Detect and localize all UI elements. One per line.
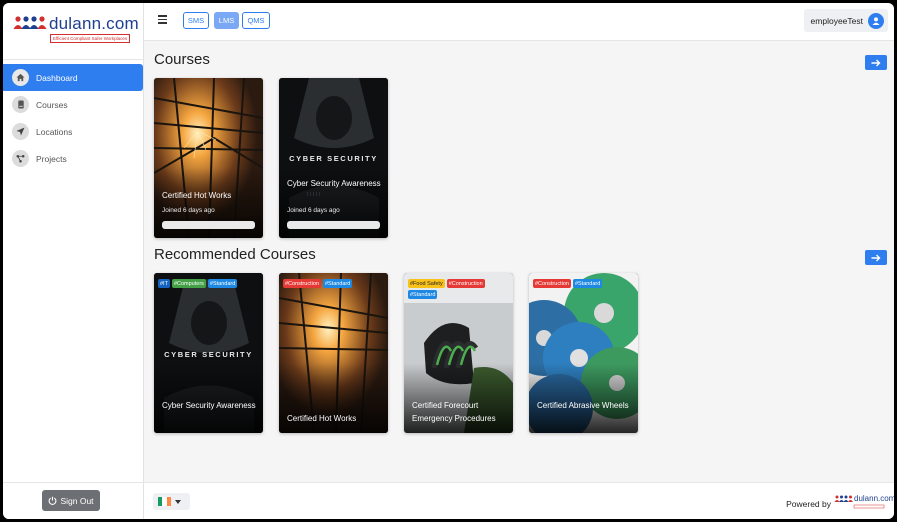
language-selector[interactable] <box>153 493 190 510</box>
card-gradient <box>154 363 263 433</box>
power-icon <box>49 496 57 505</box>
card-gradient <box>529 363 638 433</box>
tag-badge: #Computers <box>171 279 206 288</box>
module-lms-button[interactable]: LMS <box>214 12 239 29</box>
module-qms-button[interactable]: QMS <box>242 12 270 29</box>
tag-badge: #Construction <box>283 279 321 288</box>
brand-name: dulann.com <box>49 14 139 33</box>
sidebar-item-label: Projects <box>36 153 67 164</box>
people-logo-icon <box>13 16 47 29</box>
top-bar: SMS LMS QMS employeeTest <box>144 3 894 41</box>
powered-by-label: Powered by <box>786 499 831 509</box>
caret-down-icon <box>175 499 181 504</box>
footer: Powered by dulann.com <box>144 482 894 519</box>
recommended-course-card[interactable]: #Construction #Standard Certified Abrasi… <box>529 273 638 433</box>
course-progress-bar <box>287 221 380 229</box>
sidebar-item-label: Locations <box>36 126 73 137</box>
username: employeeTest <box>810 15 863 26</box>
course-title: Certified Abrasive Wheels <box>537 401 629 410</box>
sidebar-item-locations[interactable]: Locations <box>3 118 144 145</box>
sidebar-item-label: Dashboard <box>36 72 78 83</box>
module-sms-button[interactable]: SMS <box>183 12 209 29</box>
sign-out-button[interactable]: Sign Out <box>42 490 100 511</box>
tag-list: #Construction #Standard <box>283 279 384 288</box>
sidebar-divider <box>3 482 144 483</box>
sidebar-nav: Dashboard Courses Locations Projects <box>3 64 144 172</box>
sidebar-item-label: Courses <box>36 99 68 110</box>
course-card[interactable]: Certified Hot Works Joined 6 days ago <box>154 78 263 238</box>
app-window: dulann.com Efficient Compliant Safer Wor… <box>3 3 894 519</box>
course-title: Certified Hot Works <box>162 191 232 200</box>
user-avatar-icon <box>868 12 884 29</box>
tag-badge: #Construction <box>533 279 571 288</box>
menu-toggle-icon[interactable] <box>158 15 167 26</box>
sidebar: dulann.com Efficient Compliant Safer Wor… <box>3 3 144 519</box>
tag-badge: #Standard <box>572 279 603 288</box>
tag-badge: #Standard <box>322 279 353 288</box>
tag-badge: #Construction <box>446 279 485 288</box>
recommended-see-all-button[interactable] <box>865 250 887 265</box>
course-progress-bar <box>162 221 255 229</box>
sign-out-label: Sign Out <box>60 495 94 506</box>
course-card[interactable]: CYBER SECURITY Cyber Security Awareness … <box>279 78 388 238</box>
brand-logo[interactable]: dulann.com Efficient Compliant Safer Wor… <box>13 13 139 47</box>
courses-section-title: Courses <box>154 51 210 68</box>
footer-brand-logo[interactable]: dulann.com <box>834 493 894 513</box>
course-title: Certified Forecourt Emergency Procedures <box>412 401 496 423</box>
tag-list: #Construction #Standard <box>533 279 634 288</box>
recommended-course-card[interactable]: #Food Safety #Construction #Standard Cer… <box>404 273 513 433</box>
book-icon <box>12 96 29 113</box>
sidebar-item-courses[interactable]: Courses <box>3 91 144 118</box>
tag-badge: #Food Safety <box>408 279 445 288</box>
tag-badge: #IT <box>158 279 170 288</box>
tag-list: #IT #Computers #Standard <box>158 279 259 288</box>
home-icon <box>12 69 29 86</box>
recommended-section-title: Recommended Courses <box>154 246 316 263</box>
tag-badge: #Standard <box>408 290 438 299</box>
tag-list: #Food Safety #Construction #Standard <box>408 279 509 299</box>
course-joined: Joined 6 days ago <box>287 207 340 214</box>
arrow-right-icon <box>871 59 881 66</box>
course-title: Certified Hot Works <box>287 414 357 423</box>
arrow-right-icon <box>871 254 881 261</box>
image-caption: CYBER SECURITY <box>164 350 253 359</box>
recommended-course-card[interactable]: #Construction #Standard Certified Hot Wo… <box>279 273 388 433</box>
brand-tagline: Efficient Compliant Safer Workplaces <box>50 34 131 43</box>
sidebar-divider <box>3 59 144 60</box>
project-nodes-icon <box>12 150 29 167</box>
footer-brand-name: dulann.com <box>854 494 894 503</box>
sidebar-item-projects[interactable]: Projects <box>3 145 144 172</box>
image-caption: CYBER SECURITY <box>289 154 378 163</box>
sidebar-item-dashboard[interactable]: Dashboard <box>3 64 143 91</box>
location-arrow-icon <box>12 123 29 140</box>
user-menu[interactable]: employeeTest <box>803 9 888 32</box>
tag-badge: #Standard <box>207 279 238 288</box>
course-title: Cyber Security Awareness <box>162 401 256 410</box>
ireland-flag-icon <box>158 497 171 506</box>
recommended-course-card[interactable]: CYBER SECURITY #IT #Computers #Standard … <box>154 273 263 433</box>
course-title: Cyber Security Awareness <box>287 179 381 188</box>
course-joined: Joined 6 days ago <box>162 207 215 214</box>
courses-see-all-button[interactable] <box>865 55 887 70</box>
